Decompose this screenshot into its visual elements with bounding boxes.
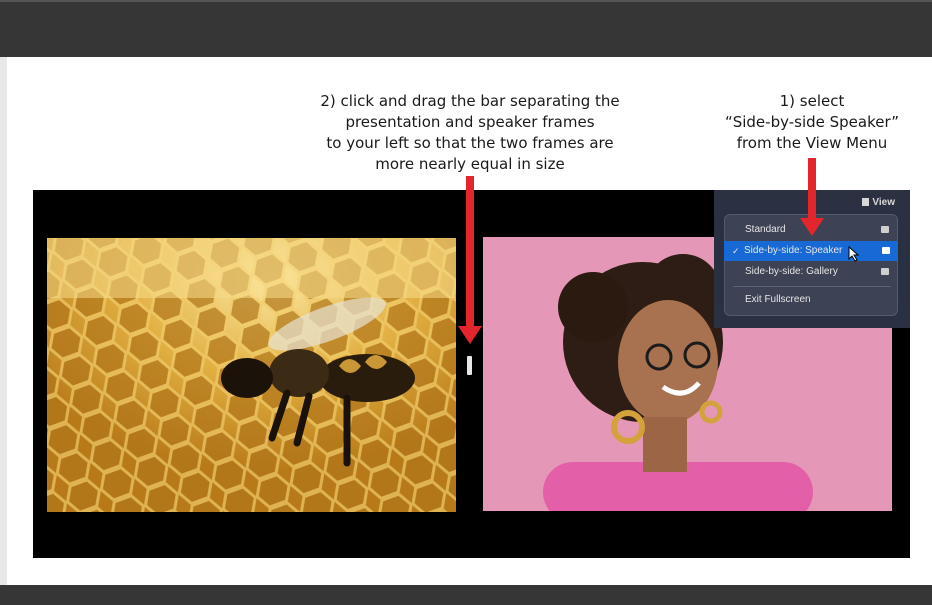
menu-item-exit-fullscreen[interactable]: Exit Fullscreen [725,290,897,310]
view-button[interactable]: View [862,197,895,208]
menu-item-side-by-side-speaker[interactable]: ✓ Side-by-side: Speaker [724,241,898,261]
instruction-line: presentation and speaker frames [345,113,595,131]
gallery-layout-icon [881,268,889,275]
menu-item-side-by-side-gallery[interactable]: Side-by-side: Gallery [725,262,897,282]
honeycomb-bee-image [47,238,456,512]
instruction-step1: 1) select “Side-by-side Speaker” from th… [722,91,902,154]
instruction-step2: 2) click and drag the bar separating the… [320,91,620,175]
arrow-down-icon [800,218,824,236]
arrow-down-icon [458,326,482,344]
standard-layout-icon [881,226,889,233]
layout-icon [862,198,870,206]
instruction-line: “Side-by-side Speaker” [724,113,900,131]
instruction-line: to your left so that the two frames are [326,134,614,152]
arrow-step2-shaft [466,176,474,328]
speaker-layout-icon [882,247,890,254]
instruction-line: from the View Menu [736,134,888,152]
bottom-toolbar [0,585,932,605]
menu-item-label: Side-by-side: Speaker [744,245,843,256]
menu-item-label: Side-by-side: Gallery [745,266,838,277]
window-edge [0,57,7,585]
menu-item-label: Standard [745,224,786,235]
presentation-frame[interactable] [47,238,456,512]
mouse-pointer-icon [848,246,860,262]
menu-separator [733,286,891,287]
instruction-line: more nearly equal in size [375,155,565,173]
arrow-step1-shaft [808,158,816,220]
instruction-line: 1) select [779,92,845,110]
menu-item-label: Exit Fullscreen [745,294,811,305]
frame-divider-handle[interactable] [467,356,472,375]
view-button-label: View [872,197,895,208]
checkmark-icon: ✓ [732,246,740,256]
instruction-line: 2) click and drag the bar separating the [320,92,620,110]
top-toolbar [0,0,932,57]
